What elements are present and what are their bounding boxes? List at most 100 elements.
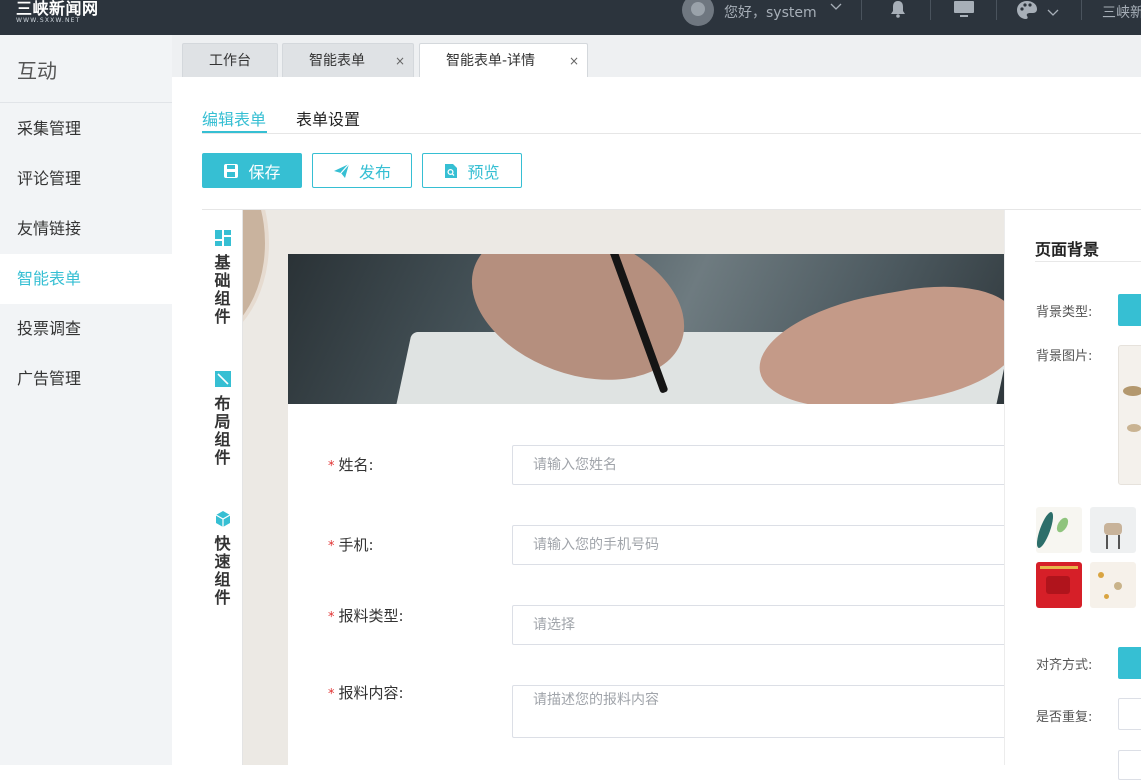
preview-button[interactable]: 预览 (422, 153, 522, 188)
field-label: * 手机: (328, 534, 374, 555)
component-palette: 基 础 组 件 布 局 组 件 快 速 组 件 (202, 210, 243, 765)
preview-icon (445, 163, 458, 178)
form-canvas: * 姓名: 请输入您姓名 * 手机: 请输入您的手机号码 * 报料类型: 请选择 * 报… (243, 210, 1004, 765)
topbar-divider (930, 0, 931, 20)
required-mark: * (328, 610, 335, 625)
palette-char: 件 (214, 307, 231, 326)
send-icon (333, 163, 350, 178)
topbar-divider (861, 0, 862, 20)
form-preview-card: * 姓名: 请输入您姓名 * 手机: 请输入您的手机号码 * 报料类型: 请选择 * 报… (288, 254, 1004, 765)
panel-title: 页面背景 (1035, 240, 1100, 259)
phone-input[interactable]: 请输入您的手机号码 (512, 525, 1004, 565)
palette-char: 组 (214, 570, 231, 589)
banner-hand (750, 272, 1004, 404)
field-label-text: 报料内容: (338, 684, 404, 702)
bell-icon[interactable] (890, 0, 906, 22)
tab-label: 工作台 (209, 53, 251, 69)
logo-title: 三峡新闻网 (16, 0, 99, 18)
monitor-icon[interactable] (953, 0, 975, 22)
close-icon[interactable]: × (395, 44, 405, 78)
cube-icon (215, 511, 230, 527)
site-switcher[interactable]: 三峡新 (1102, 2, 1141, 22)
tab-bar: 工作台 智能表单 × 智能表单-详情 × (172, 35, 1141, 77)
field-label-text: 手机: (338, 536, 374, 554)
bg-type-label: 背景类型: (1036, 305, 1093, 320)
sidebar-item-collect[interactable]: 采集管理 (0, 104, 172, 154)
field-label: * 报料内容: (328, 682, 404, 703)
repeat-select[interactable] (1118, 698, 1141, 730)
sidebar-title: 互动 (17, 59, 57, 83)
palette-char: 件 (214, 448, 231, 467)
subtab-form-settings[interactable]: 表单设置 (296, 106, 360, 130)
align-button[interactable] (1118, 647, 1141, 679)
tab-workbench[interactable]: 工作台 (182, 43, 278, 77)
topbar-divider (1081, 0, 1082, 20)
user-avatar[interactable] (682, 0, 714, 26)
palette-char: 础 (214, 271, 231, 290)
subtab-edit-form[interactable]: 编辑表单 (202, 106, 266, 130)
align-label: 对齐方式: (1036, 658, 1093, 673)
sidebar-item-smart-form[interactable]: 智能表单 (0, 254, 172, 304)
sidebar-divider (0, 102, 172, 103)
palette-char: 速 (214, 552, 231, 571)
tab-smart-form[interactable]: 智能表单 × (282, 43, 414, 77)
publish-label: 发布 (358, 162, 391, 182)
save-icon (224, 163, 239, 178)
palette-quick-components[interactable]: 快 速 组 件 (202, 511, 243, 607)
name-input[interactable]: 请输入您姓名 (512, 445, 1004, 485)
tab-label: 智能表单 (309, 53, 365, 69)
next-setting-control[interactable] (1118, 750, 1141, 780)
topbar-divider (996, 0, 997, 20)
publish-button[interactable]: 发布 (312, 153, 412, 188)
theme-chevron-down-icon[interactable] (1047, 3, 1059, 22)
palette-char: 组 (214, 289, 231, 308)
save-button[interactable]: 保存 (202, 153, 302, 188)
palette-basic-components[interactable]: 基 础 组 件 (202, 230, 243, 326)
tab-label: 智能表单-详情 (446, 53, 536, 69)
field-label: * 姓名: (328, 454, 374, 475)
subtab-divider (202, 133, 1141, 134)
close-icon[interactable]: × (569, 44, 579, 78)
bg-option-chair[interactable] (1090, 507, 1136, 553)
palette-char: 组 (214, 430, 231, 449)
subtab-active-indicator (202, 131, 267, 133)
report-content-textarea[interactable]: 请描述您的报料内容 (512, 685, 1004, 738)
bg-option-gold-confetti[interactable] (1090, 562, 1136, 608)
sidebar-item-comments[interactable]: 评论管理 (0, 154, 172, 204)
sidebar-item-vote[interactable]: 投票调查 (0, 304, 172, 354)
save-label: 保存 (248, 162, 281, 182)
bg-image-label: 背景图片: (1036, 349, 1093, 364)
bg-type-button[interactable] (1118, 294, 1141, 326)
required-mark: * (328, 459, 335, 474)
palette-char: 布 (214, 394, 231, 413)
user-menu-chevron-down-icon[interactable] (830, 1, 842, 15)
field-label-text: 报料类型: (338, 607, 404, 625)
sidebar: 互动 采集管理 评论管理 友情链接 智能表单 投票调查 广告管理 (0, 35, 172, 765)
preview-label: 预览 (467, 162, 500, 182)
bg-image-preview[interactable] (1118, 345, 1141, 485)
palette-icon[interactable] (1016, 0, 1038, 24)
field-label: * 报料类型: (328, 605, 404, 626)
panel-divider (1035, 261, 1141, 262)
repeat-label: 是否重复: (1036, 710, 1093, 725)
site-logo[interactable]: 三峡新闻网 WWW.SXXW.NET (16, 0, 99, 25)
user-greeting[interactable]: 您好，system (724, 2, 817, 22)
properties-panel: 页面背景 背景类型: 背景图片: 对齐方式: 是否重复: (1004, 210, 1141, 780)
tab-smart-form-detail[interactable]: 智能表单-详情 × (419, 43, 588, 77)
palette-char: 快 (214, 534, 231, 553)
bg-option-leaves[interactable] (1036, 507, 1082, 553)
bg-option-red-festive[interactable] (1036, 562, 1082, 608)
form-banner-image[interactable] (288, 254, 1004, 404)
report-type-select[interactable]: 请选择 (512, 605, 1004, 645)
main-content: 编辑表单 表单设置 保存 发布 预览 基 础 组 件 布 局 组 件 快 速 组… (172, 77, 1141, 780)
sidebar-item-links[interactable]: 友情链接 (0, 204, 172, 254)
required-mark: * (328, 539, 335, 554)
logo-subtitle: WWW.SXXW.NET (16, 17, 81, 24)
palette-layout-components[interactable]: 布 局 组 件 (202, 371, 243, 467)
palette-char: 基 (214, 253, 231, 272)
field-label-text: 姓名: (338, 456, 374, 474)
background-decoration (243, 210, 269, 346)
required-mark: * (328, 687, 335, 702)
sidebar-item-ads[interactable]: 广告管理 (0, 354, 172, 404)
top-bar: 三峡新闻网 WWW.SXXW.NET 您好，system 三峡新 (0, 0, 1141, 35)
